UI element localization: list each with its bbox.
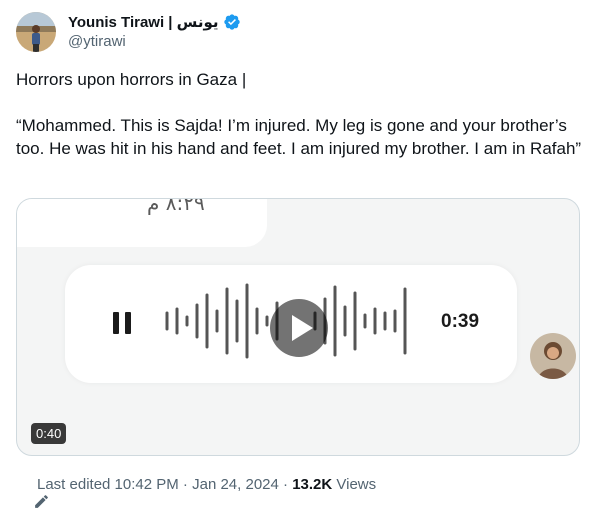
tweet-meta: Last edited 10:42 PM · Jan 24, 2024 · 13…: [16, 474, 377, 508]
author-name-row: Younis Tirawi | يونس: [68, 12, 241, 32]
video-time-badge: 0:40: [31, 423, 67, 444]
author-display-name[interactable]: Younis Tirawi | يونس: [68, 13, 219, 31]
verified-badge-icon[interactable]: [223, 13, 241, 31]
tweet-line: Horrors upon horrors in Gaza |: [16, 70, 247, 89]
views-count: 13.2K: [292, 475, 333, 493]
pencil-edit-icon[interactable]: [16, 476, 48, 508]
tweet-text: Horrors upon horrors in Gaza | “Mohammed…: [16, 68, 591, 160]
author-handle[interactable]: @ytirawi: [68, 33, 126, 50]
voice-duration: 0:39: [441, 311, 480, 332]
tweet-quote: “Mohammed. This is Sajda! I’m injured. M…: [16, 116, 582, 158]
views-label: Views: [332, 475, 377, 493]
edited-timestamp[interactable]: Last edited 10:42 PM: [37, 476, 179, 493]
meta-separator: ·: [178, 475, 193, 493]
play-button[interactable]: [270, 299, 328, 357]
chat-message-top: ٨:٢٩ م: [17, 198, 267, 247]
tweet-date[interactable]: Jan 24, 2024: [192, 476, 279, 493]
pause-icon: [113, 312, 131, 334]
chat-time-label: ٨:٢٩ م: [147, 198, 205, 215]
meta-separator: ·: [278, 475, 293, 493]
tweet-video[interactable]: ٨:٢٩ م 0:39 0:40: [16, 198, 580, 456]
author-avatar[interactable]: [16, 12, 56, 52]
sender-avatar: [530, 333, 576, 379]
play-icon: [292, 315, 313, 341]
